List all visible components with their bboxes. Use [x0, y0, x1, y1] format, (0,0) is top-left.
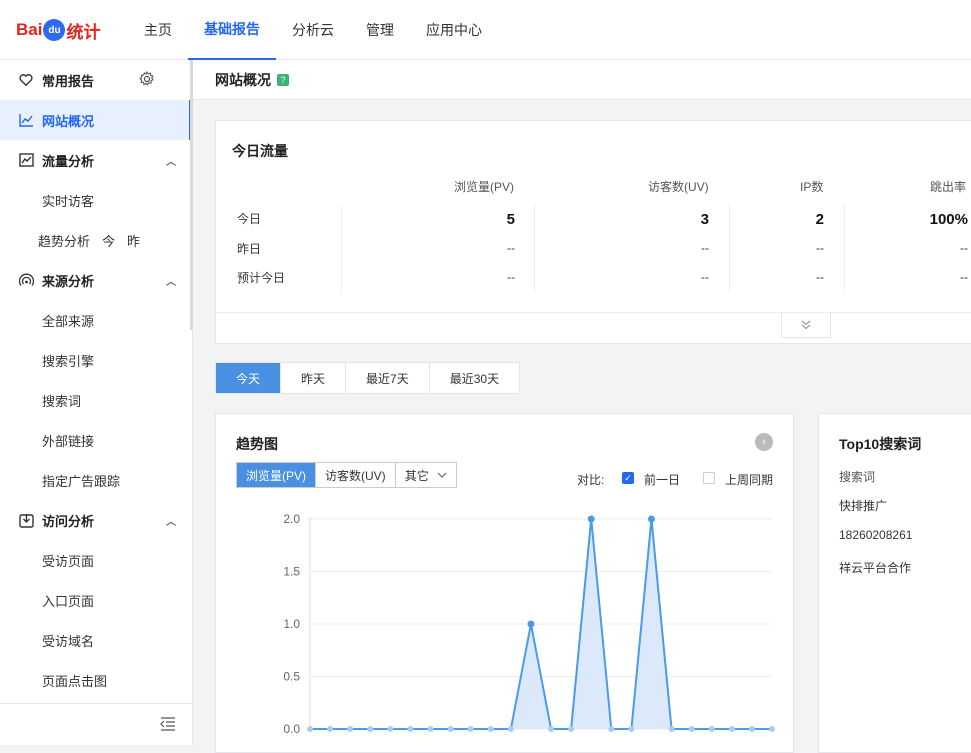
chevron-up-icon[interactable]: ︿ [166, 513, 176, 528]
collapse-menu-icon[interactable] [160, 717, 176, 731]
sidebar-item-visited-pages[interactable]: 受访页面 [0, 540, 192, 580]
data-point [327, 726, 334, 732]
y-tick-label: 1.0 [283, 617, 300, 631]
sidebar-item-label: 指定广告跟踪 [42, 473, 121, 489]
signal-icon [18, 272, 34, 288]
sidebar-item-label: 实时访客 [42, 193, 95, 209]
sidebar-item-label: 外部链接 [42, 433, 95, 449]
y-tick-label: 2.0 [283, 512, 300, 526]
sidebar-group-source-label: 来源分析 [42, 273, 95, 289]
sidebar-item-label: 趋势分析 [38, 233, 91, 249]
top10-header: 搜索词 [839, 470, 876, 484]
logo-bai-text: Bai [16, 20, 43, 39]
sidebar-footer [0, 703, 192, 745]
sidebar-item-label: 搜索引擎 [42, 353, 95, 369]
logo-tongji-text: 统计 [66, 22, 101, 42]
nav-home[interactable]: 主页 [128, 0, 188, 60]
sidebar-item-ad-tracking[interactable]: 指定广告跟踪 [0, 460, 192, 500]
logo-du-paw: du [43, 19, 66, 41]
top10-card: Top10搜索词 搜索词 快排推广 18260208261 祥云平台合作 [818, 413, 971, 753]
trend-tag-today[interactable]: 今 [102, 231, 115, 250]
sidebar-favorites-label: 常用报告 [42, 73, 95, 89]
y-tick-label: 0.5 [283, 670, 300, 684]
sidebar: 常用报告 网站概况 流量分析 ︿ 实时访客 趋势分析 今 昨 来源分析 ︿ 全部… [0, 60, 193, 745]
data-point [447, 726, 454, 732]
sidebar-group-visit[interactable]: 访问分析 ︿ [0, 500, 192, 540]
sidebar-item-visited-domains[interactable]: 受访域名 [0, 620, 192, 660]
sidebar-item-overview[interactable]: 网站概况 [0, 100, 192, 140]
download-box-icon [18, 512, 34, 528]
top-navbar: Bai du 统计 主页 基础报告 分析云 管理 应用中心 [0, 0, 971, 60]
sidebar-item-overview-label: 网站概况 [42, 113, 95, 129]
gear-icon[interactable] [138, 70, 156, 88]
line-chart-icon [18, 112, 34, 128]
data-point [367, 726, 374, 732]
data-point [568, 726, 575, 732]
data-point [527, 620, 535, 628]
data-point [467, 726, 474, 732]
sidebar-group-visit-label: 访问分析 [42, 513, 95, 529]
main-content: 网站概况 ? 今日流量 浏览量(PV) 访客数(UV) IP数 跳出率 今日 昨… [193, 60, 971, 753]
sidebar-item-label: 入口页面 [42, 593, 95, 609]
data-point [548, 726, 555, 732]
trend-tag-yesterday[interactable]: 昨 [127, 231, 140, 250]
heart-icon [18, 72, 34, 88]
sidebar-group-source[interactable]: 来源分析 ︿ [0, 260, 192, 300]
sidebar-item-entry-pages[interactable]: 入口页面 [0, 580, 192, 620]
main-nav: 主页 基础报告 分析云 管理 应用中心 [128, 0, 498, 60]
sidebar-item-label: 受访域名 [42, 633, 95, 649]
sidebar-item-external-links[interactable]: 外部链接 [0, 420, 192, 460]
sidebar-item-search-terms[interactable]: 搜索词 [0, 380, 192, 420]
data-point [748, 726, 755, 732]
sidebar-item-click-map[interactable]: 页面点击图 [0, 660, 192, 700]
y-tick-label: 1.5 [283, 565, 300, 579]
data-point [688, 726, 695, 732]
sidebar-group-traffic[interactable]: 流量分析 ︿ [0, 140, 192, 180]
data-point [507, 726, 514, 732]
traffic-chart-icon [18, 152, 34, 168]
data-point [728, 726, 735, 732]
nav-app-center[interactable]: 应用中心 [410, 0, 498, 60]
nav-manage[interactable]: 管理 [350, 0, 410, 60]
y-tick-label: 0.0 [283, 722, 300, 736]
data-point [427, 726, 434, 732]
sidebar-item-label: 页面点击图 [42, 673, 108, 689]
baidu-tongji-logo[interactable]: Bai du 统计 [16, 14, 100, 46]
data-point [608, 726, 615, 732]
data-point [769, 726, 775, 732]
data-point [647, 515, 655, 523]
sidebar-item-label: 全部来源 [42, 313, 95, 329]
keyword-item[interactable]: 快排推广 [839, 497, 887, 514]
chevron-up-icon[interactable]: ︿ [166, 273, 176, 288]
data-point [628, 726, 635, 732]
sidebar-item-label: 受访页面 [42, 553, 95, 569]
data-point [487, 726, 494, 732]
data-point [587, 515, 595, 523]
keyword-item[interactable]: 祥云平台合作 [839, 559, 911, 576]
data-point [387, 726, 394, 732]
data-point [668, 726, 675, 732]
data-point [347, 726, 354, 732]
data-point [407, 726, 414, 732]
sidebar-item-all-sources[interactable]: 全部来源 [0, 300, 192, 340]
data-point [307, 726, 313, 732]
sidebar-group-traffic-label: 流量分析 [42, 153, 95, 169]
sidebar-item-label: 搜索词 [42, 393, 82, 409]
sidebar-item-realtime-visitors[interactable]: 实时访客 [0, 180, 192, 220]
nav-basic-reports[interactable]: 基础报告 [188, 0, 276, 60]
nav-analytics-cloud[interactable]: 分析云 [276, 0, 350, 60]
sidebar-favorites[interactable]: 常用报告 [0, 60, 192, 100]
sidebar-item-search-engines[interactable]: 搜索引擎 [0, 340, 192, 380]
sidebar-item-trend-analysis[interactable]: 趋势分析 今 昨 [0, 220, 192, 260]
top10-title: Top10搜索词 [839, 436, 922, 452]
data-point [708, 726, 715, 732]
chevron-up-icon[interactable]: ︿ [166, 153, 176, 168]
keyword-item[interactable]: 18260208261 [839, 528, 912, 542]
